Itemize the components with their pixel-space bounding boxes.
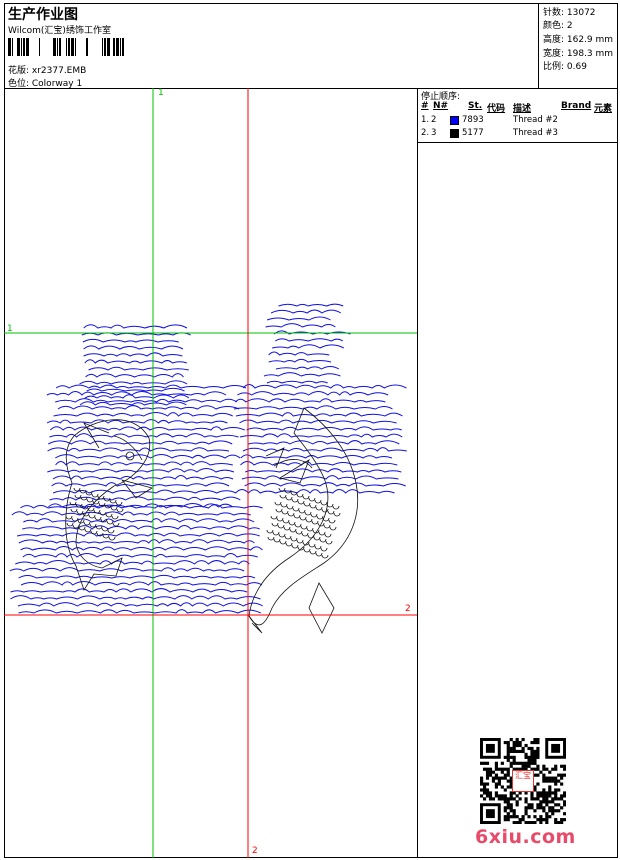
studio-name: Wilcom(汇宝)绣饰工作室 — [8, 26, 111, 36]
row-code: 5177 — [462, 128, 484, 138]
col-code: 代码 — [487, 104, 506, 114]
stat-colors: 颜色: 2 — [543, 21, 573, 31]
col-brand: Brand — [561, 101, 592, 111]
table-row: 2. 3 5177 Thread #3 — [418, 128, 618, 140]
thread-swatch — [450, 129, 459, 138]
koi-fish — [65, 407, 359, 634]
col-needle: N# — [433, 101, 449, 111]
row-code: 7893 — [462, 115, 484, 125]
row-index: 2. — [421, 128, 430, 138]
stat-width: 宽度: 198.3 mm — [543, 49, 614, 59]
table-row: 1. 2 7893 Thread #2 — [418, 115, 618, 127]
row-needle: 3 — [431, 128, 437, 138]
page-title: 生产作业图 — [8, 7, 78, 23]
embroidery-artwork — [4, 88, 417, 858]
qr-code: 汇宝 — [480, 738, 567, 825]
guide-label-red-right: 2 — [405, 604, 411, 614]
stat-stitches: 针数: 13072 — [543, 8, 596, 18]
guide-label-green-left: 1 — [7, 324, 13, 334]
barcode — [8, 38, 124, 56]
row-index: 1. — [421, 115, 430, 125]
design-file: 花版: xr2377.EMB — [8, 66, 87, 76]
stop-sequence-panel: 停止顺序: # N# St. 代码 描述 Brand 元素 1. 2 7893 … — [417, 88, 618, 143]
row-needle: 2 — [431, 115, 437, 125]
col-element: 元素 — [594, 104, 613, 114]
guide-label-red-bottom: 2 — [252, 846, 258, 856]
thread-swatch — [450, 116, 459, 125]
col-st: St. — [468, 101, 483, 111]
stats-panel: 针数: 13072 颜色: 2 高度: 162.9 mm 宽度: 198.3 m… — [538, 3, 619, 89]
seal-stamp: 汇宝 — [512, 770, 534, 792]
site-watermark: 6xiu.com — [475, 826, 576, 848]
col-index: # — [421, 101, 429, 111]
guide-label-green-top: 1 — [158, 88, 164, 98]
row-desc: Thread #3 — [513, 128, 558, 138]
stat-height: 高度: 162.9 mm — [543, 35, 614, 45]
col-desc: 描述 — [513, 104, 532, 114]
right-panel-divider — [417, 143, 418, 858]
row-desc: Thread #2 — [513, 115, 558, 125]
stat-scale: 比例: 0.69 — [543, 62, 587, 72]
wave-pattern — [9, 303, 407, 614]
design-canvas: 1 1 2 2 — [4, 88, 417, 858]
